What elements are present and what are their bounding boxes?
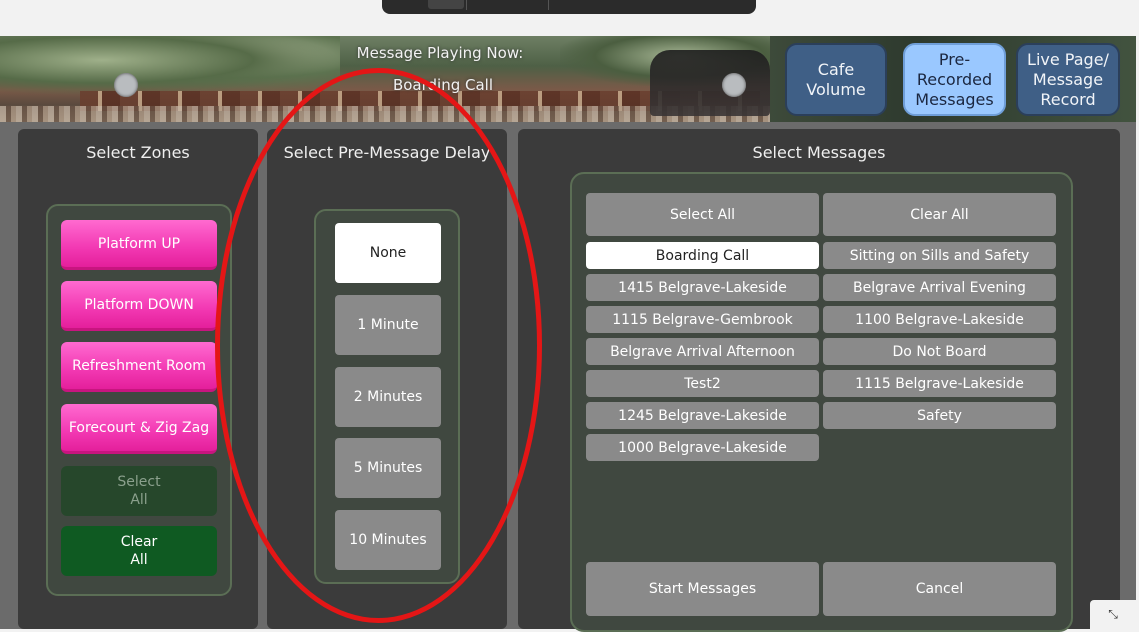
delay-panel: Select Pre-Message Delay None 1 Minute 2… [267,129,507,629]
message-item[interactable]: Belgrave Arrival Afternoon [586,338,819,365]
volume-knob-right[interactable] [722,73,746,97]
messages-group: Select All Clear All Boarding Call 1415 … [570,172,1073,632]
window-toolbar [382,0,756,14]
message-item[interactable]: Safety [823,402,1056,429]
zones-panel: Select Zones Platform UP Platform DOWN R… [18,129,258,629]
zones-title: Select Zones [86,143,190,162]
pre-recorded-messages-button[interactable]: Pre- Recorded Messages [903,43,1006,116]
toolbar-divider [466,0,467,10]
message-item[interactable]: 1115 Belgrave-Lakeside [823,370,1056,397]
message-item[interactable]: 1415 Belgrave-Lakeside [586,274,819,301]
start-messages-button[interactable]: Start Messages [586,562,819,616]
message-playing-label: Message Playing Now: [356,44,524,62]
delay-none-button[interactable]: None [335,223,441,283]
message-item[interactable]: 1000 Belgrave-Lakeside [586,434,819,461]
resize-icon[interactable]: ⤡ [1090,600,1136,629]
message-item[interactable]: Boarding Call [586,242,819,269]
delay-2-minutes-button[interactable]: 2 Minutes [335,367,441,427]
delay-group: None 1 Minute 2 Minutes 5 Minutes 10 Min… [314,209,460,584]
messages-clear-all-button[interactable]: Clear All [823,193,1056,236]
delay-1-minute-button[interactable]: 1 Minute [335,295,441,355]
live-page-message-record-button[interactable]: Live Page/ Message Record [1016,43,1120,116]
zone-forecourt-zig-zag-button[interactable]: Forecourt & Zig Zag [61,404,217,454]
messages-select-all-button[interactable]: Select All [586,193,819,236]
delay-5-minutes-button[interactable]: 5 Minutes [335,438,441,498]
banner-photo-foliage [0,36,340,96]
messages-title: Select Messages [752,143,886,162]
message-item[interactable]: Do Not Board [823,338,1056,365]
banner-photo-locomotive [650,50,770,116]
message-item[interactable]: Sitting on Sills and Safety [823,242,1056,269]
cancel-button[interactable]: Cancel [823,562,1056,616]
header-banner: Message Playing Now: Boarding Call Cafe … [0,36,1136,122]
toolbar-divider [548,0,549,10]
message-item[interactable]: Belgrave Arrival Evening [823,274,1056,301]
toolbar-button[interactable] [428,0,464,9]
delay-10-minutes-button[interactable]: 10 Minutes [335,510,441,570]
zones-select-all-button[interactable]: Select All [61,466,217,516]
volume-knob-left[interactable] [114,73,138,97]
current-message: Boarding Call [392,76,494,94]
zones-group: Platform UP Platform DOWN Refreshment Ro… [46,204,232,596]
cafe-volume-button[interactable]: Cafe Volume [785,43,887,116]
message-item[interactable]: 1115 Belgrave-Gembrook [586,306,819,333]
zones-clear-all-button[interactable]: Clear All [61,526,217,576]
zone-platform-down-button[interactable]: Platform DOWN [61,281,217,331]
pa-app: Message Playing Now: Boarding Call Cafe … [0,36,1136,632]
zone-platform-up-button[interactable]: Platform UP [61,220,217,270]
messages-panel: Select Messages Select All Clear All Boa… [518,129,1120,632]
zone-refreshment-room-button[interactable]: Refreshment Room [61,342,217,392]
message-item[interactable]: 1245 Belgrave-Lakeside [586,402,819,429]
message-item[interactable]: 1100 Belgrave-Lakeside [823,306,1056,333]
delay-title: Select Pre-Message Delay [283,143,491,162]
message-item[interactable]: Test2 [586,370,819,397]
